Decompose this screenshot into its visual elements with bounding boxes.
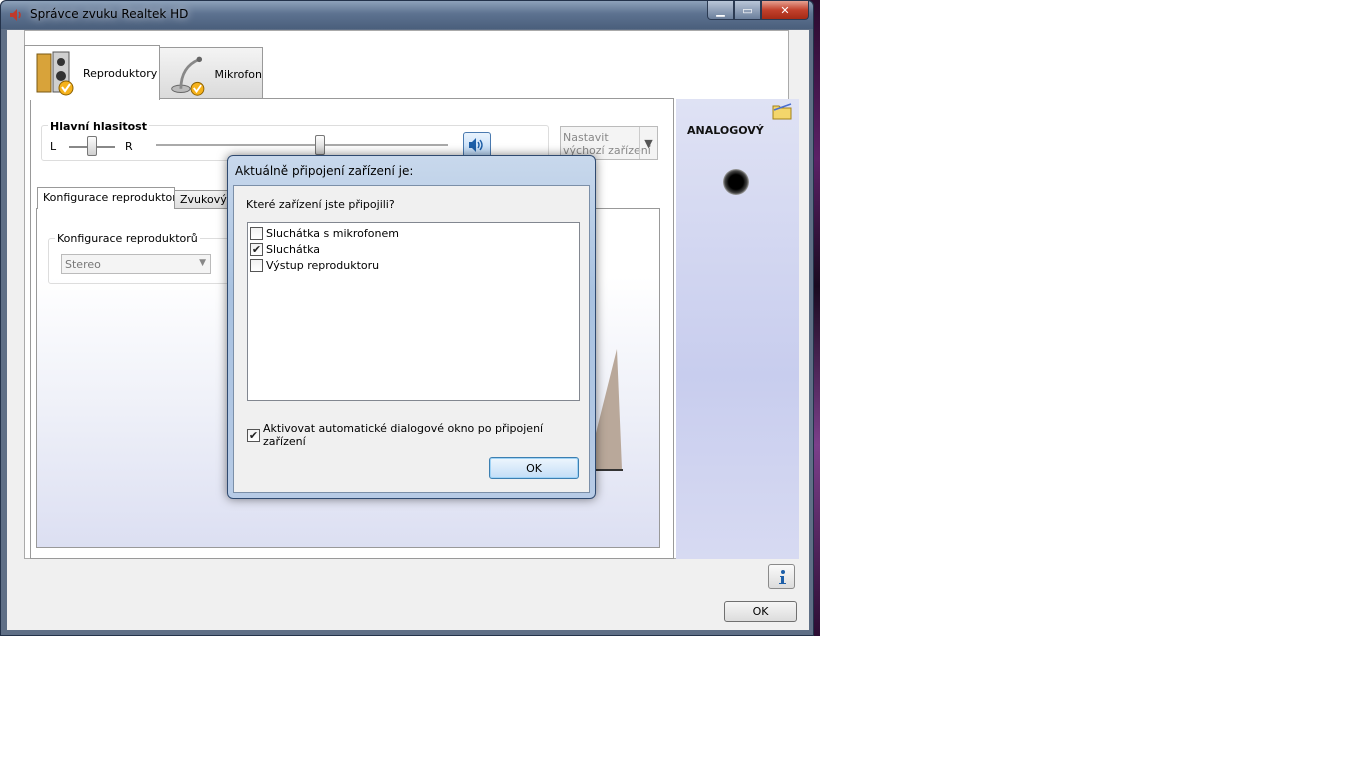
minimize-button[interactable]: ▁ xyxy=(707,1,734,20)
title-bar[interactable]: Správce zvuku Realtek HD ▁ ▭ ✕ xyxy=(1,1,813,29)
default-device-line1: Nastavit xyxy=(563,131,609,144)
audio-jack-icon[interactable] xyxy=(723,169,749,195)
speaker-configuration-value: Stereo xyxy=(65,258,101,271)
checkbox-headphones[interactable]: ✔ xyxy=(250,242,263,256)
chevron-down-icon: ▼ xyxy=(644,136,653,150)
tab-speaker-configuration-label: Konfigurace reproduktorů xyxy=(43,191,175,204)
dialog-ok-label: OK xyxy=(526,461,542,475)
list-item-speaker-out[interactable]: Výstup reproduktoru xyxy=(250,257,379,273)
speaker-configuration-title: Konfigurace reproduktorů xyxy=(55,232,200,245)
checkbox-auto-popup[interactable]: ✔ xyxy=(247,428,260,442)
master-volume-title: Hlavní hlasitost xyxy=(48,120,149,133)
tab-speakers[interactable]: Reproduktory xyxy=(24,45,160,100)
info-button[interactable] xyxy=(768,564,795,589)
speaker-icon xyxy=(10,9,21,21)
minimize-icon: ▁ xyxy=(716,3,725,17)
close-button[interactable]: ✕ xyxy=(761,1,809,20)
maximize-icon: ▭ xyxy=(742,3,753,17)
tab-speaker-configuration[interactable]: Konfigurace reproduktorů xyxy=(37,187,175,209)
balance-left-label: L xyxy=(50,140,57,153)
speaker-volume-icon xyxy=(469,138,483,152)
list-item-headphones-label: Sluchátka xyxy=(266,242,321,256)
check-icon: ✔ xyxy=(251,242,262,256)
tab-microphone-label: Mikrofon xyxy=(214,68,262,81)
tab-sound-effects-label: Zvukový e xyxy=(180,193,234,206)
auto-popup-option[interactable]: ✔ Aktivovat automatické dialogové okno p… xyxy=(247,422,589,448)
balance-right-label: R xyxy=(125,140,133,153)
volume-track[interactable] xyxy=(156,144,448,146)
ok-button-label: OK xyxy=(752,605,769,618)
connected-device-dialog: Aktuálně připojení zařízení je: Které za… xyxy=(227,155,596,499)
balance-slider-thumb[interactable] xyxy=(87,136,97,156)
ok-button[interactable]: OK xyxy=(724,601,797,622)
list-item-speaker-out-label: Výstup reproduktoru xyxy=(266,258,380,272)
window-title: Správce zvuku Realtek HD xyxy=(30,7,189,21)
dialog-question: Které zařízení jste připojili? xyxy=(246,198,395,211)
tab-sound-effects[interactable]: Zvukový e xyxy=(174,190,234,209)
chevron-down-icon: ▼ xyxy=(199,258,206,268)
checkbox-speaker-out[interactable] xyxy=(250,258,263,272)
dialog-body: Které zařízení jste připojili? Sluchátka… xyxy=(233,185,590,493)
folder-icon[interactable] xyxy=(772,102,792,120)
list-item-headphones[interactable]: ✔ Sluchátka xyxy=(250,241,320,257)
check-icon: ✔ xyxy=(248,428,259,442)
list-item-headset-label: Sluchátka s mikrofonem xyxy=(266,226,399,240)
microphone-icon xyxy=(171,56,205,96)
device-list: Sluchátka s mikrofonem ✔ Sluchátka Výstu… xyxy=(247,222,580,401)
close-icon: ✕ xyxy=(780,3,790,17)
analog-connector-panel: ANALOGOVÝ xyxy=(676,99,799,559)
maximize-button[interactable]: ▭ xyxy=(734,1,761,20)
checkbox-headset[interactable] xyxy=(250,226,263,240)
info-icon xyxy=(778,569,786,584)
tab-microphone[interactable]: Mikrofon xyxy=(159,47,263,101)
list-item-headset[interactable]: Sluchátka s mikrofonem xyxy=(250,225,399,241)
speaker-configuration-select[interactable]: Stereo ▼ xyxy=(61,254,211,274)
analog-title: ANALOGOVÝ xyxy=(687,124,764,137)
auto-popup-label: Aktivovat automatické dialogové okno po … xyxy=(262,422,544,448)
tab-speakers-label: Reproduktory xyxy=(83,66,158,80)
speakers-icon xyxy=(36,51,74,96)
dialog-ok-button[interactable]: OK xyxy=(489,457,579,479)
volume-slider-thumb[interactable] xyxy=(314,135,325,155)
dialog-title: Aktuálně připojení zařízení je: xyxy=(235,164,414,178)
speaker-configuration-group: Konfigurace reproduktorů Stereo ▼ xyxy=(48,232,248,284)
